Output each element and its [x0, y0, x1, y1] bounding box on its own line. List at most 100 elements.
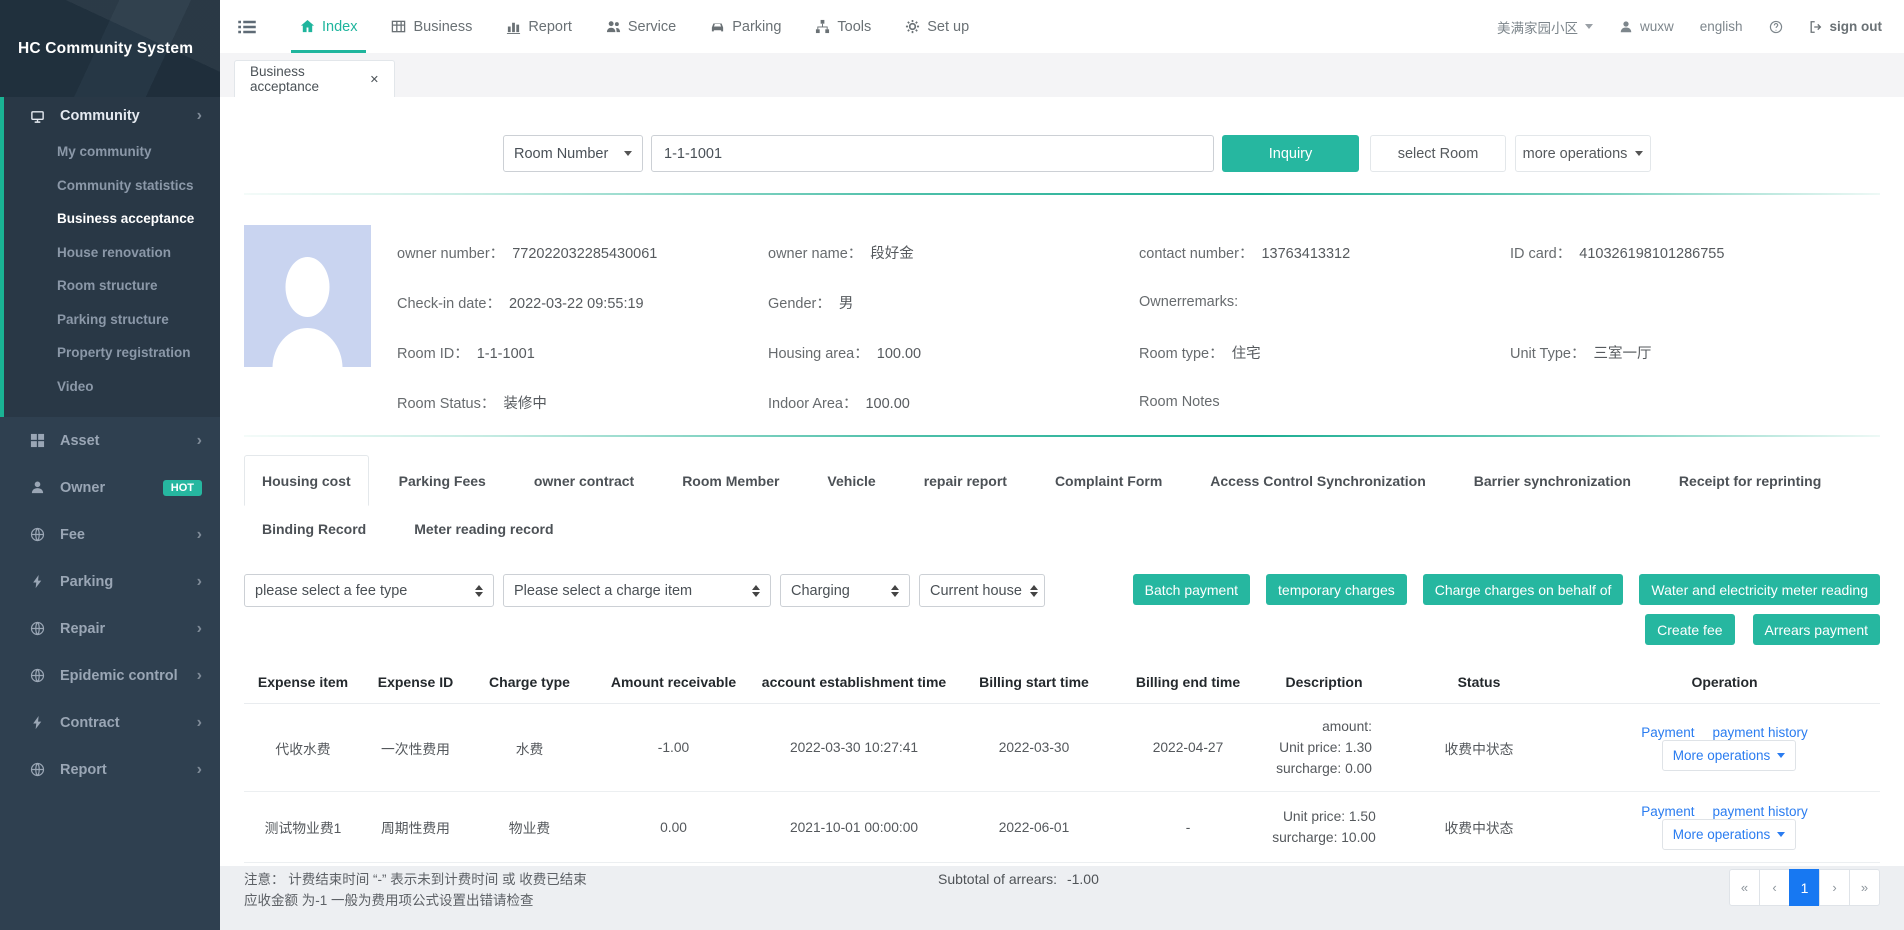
owner-field-empty: [1510, 294, 1881, 310]
sidebar-item-community[interactable]: Community: [4, 97, 220, 135]
detail-tab-owner-contract[interactable]: owner contract: [516, 455, 652, 506]
column-header-charge-type: Charge type: [469, 661, 590, 704]
select-room-button[interactable]: select Room: [1370, 135, 1506, 172]
action-button-temporary-charges[interactable]: temporary charges: [1266, 574, 1407, 605]
sidebar-item-owner[interactable]: OwnerHOT: [0, 464, 220, 511]
sidebar-subitem-my-community[interactable]: My community: [4, 135, 220, 169]
topnav-item-index[interactable]: Index: [283, 0, 374, 53]
divider: [244, 435, 1880, 437]
action-button-charge-charges-on-behalf-of[interactable]: Charge charges on behalf of: [1423, 574, 1624, 605]
detail-tab-repair-report[interactable]: repair report: [906, 455, 1025, 506]
detail-tab-room-member[interactable]: Room Member: [664, 455, 797, 506]
tab-business-acceptance[interactable]: Business acceptance ✕: [234, 60, 395, 97]
action-button-arrears-payment[interactable]: Arrears payment: [1753, 614, 1880, 645]
close-icon[interactable]: ✕: [370, 73, 379, 86]
sidebar-item-label: Parking: [60, 574, 113, 590]
table-notes: 注意： 计费结束时间 “-” 表示未到计费时间 或 收费已结束 应收金额 为-1…: [244, 869, 694, 911]
more-operations-button[interactable]: more operations: [1515, 135, 1651, 172]
fee-table-header: Expense itemExpense IDCharge typeAmount …: [244, 661, 1880, 704]
topnav-item-service[interactable]: Service: [589, 0, 693, 53]
topnav-item-report[interactable]: Report: [489, 0, 589, 53]
sidebar-item-label: Repair: [60, 621, 105, 637]
column-header-expense-item: Expense item: [244, 661, 362, 704]
payment-history-link[interactable]: payment history: [1712, 804, 1807, 819]
cell-amount: -1.00: [590, 704, 757, 792]
inquiry-button[interactable]: Inquiry: [1222, 135, 1359, 172]
detail-tab-vehicle[interactable]: Vehicle: [809, 455, 893, 506]
sidebar-item-repair[interactable]: Repair: [0, 605, 220, 652]
username: wuxw: [1640, 19, 1674, 34]
action-button-water-and-electricity-meter-reading[interactable]: Water and electricity meter reading: [1639, 574, 1880, 605]
chevron-right-icon: [197, 621, 202, 637]
filter-row: please select a fee type Please select a …: [244, 574, 1880, 607]
detail-tab-barrier-synchronization[interactable]: Barrier synchronization: [1456, 455, 1649, 506]
search-field-select[interactable]: Room Number: [503, 135, 643, 172]
detail-tab-parking-fees[interactable]: Parking Fees: [381, 455, 504, 506]
action-button-batch-payment[interactable]: Batch payment: [1133, 574, 1250, 605]
sidebar-item-fee[interactable]: Fee: [0, 511, 220, 558]
pagination-prev[interactable]: ‹: [1759, 869, 1790, 906]
app-title: HC Community System: [18, 40, 193, 58]
cell-billing_start: 2022-06-01: [951, 792, 1117, 863]
globe-icon: [30, 527, 47, 542]
sidebar-item-contract[interactable]: Contract: [0, 699, 220, 746]
sidebar-subitem-property-registration[interactable]: Property registration: [4, 336, 220, 370]
topnav-item-set-up[interactable]: Set up: [888, 0, 986, 53]
sidebar-item-epidemic-control[interactable]: Epidemic control: [0, 652, 220, 699]
column-header-billing-end-time: Billing end time: [1117, 661, 1259, 704]
community-selector[interactable]: 美满家园小区: [1497, 17, 1593, 37]
sidebar-item-parking[interactable]: Parking: [0, 558, 220, 605]
sidebar-item-label: Fee: [60, 527, 85, 543]
filter-selects: please select a fee type Please select a …: [244, 574, 1054, 607]
topnav-item-label: Service: [628, 19, 676, 35]
payment-link[interactable]: Payment: [1641, 804, 1694, 819]
more-operations-row-label: More operations: [1673, 748, 1771, 763]
pagination-first[interactable]: «: [1729, 869, 1760, 906]
pagination-page[interactable]: 1: [1789, 869, 1820, 906]
owner-field-owner-name: owner name：段好金: [768, 242, 1139, 263]
sidebar-item-asset[interactable]: Asset: [0, 417, 220, 464]
filter-select-please-select-a-fee-type[interactable]: please select a fee type: [244, 574, 494, 607]
sidebar-subitem-business-acceptance[interactable]: Business acceptance: [4, 202, 220, 236]
topnav-item-business[interactable]: Business: [374, 0, 489, 53]
sidebar-subitem-house-renovation[interactable]: House renovation: [4, 236, 220, 270]
topnav-item-label: Report: [528, 19, 572, 35]
topnav-item-tools[interactable]: Tools: [798, 0, 888, 53]
topnav-item-parking[interactable]: Parking: [693, 0, 798, 53]
cell-expense_item: 测试物业费1: [244, 792, 362, 863]
detail-tab-housing-cost[interactable]: Housing cost: [244, 455, 369, 506]
chart-icon: [506, 19, 521, 34]
more-operations-row-button[interactable]: More operations: [1662, 740, 1797, 771]
owner-field-label: contact number：: [1139, 246, 1253, 262]
action-button-create-fee[interactable]: Create fee: [1645, 614, 1734, 645]
detail-tab-binding-record[interactable]: Binding Record: [244, 508, 384, 550]
detail-tab-complaint-form[interactable]: Complaint Form: [1037, 455, 1180, 506]
owner-field-label: Ownerremarks:: [1139, 294, 1238, 310]
sidebar-subitem-community-statistics[interactable]: Community statistics: [4, 169, 220, 203]
sidebar-item-report[interactable]: Report: [0, 746, 220, 793]
help-icon[interactable]: [1769, 20, 1783, 34]
pagination-next[interactable]: ›: [1819, 869, 1850, 906]
language-toggle[interactable]: english: [1700, 19, 1743, 34]
room-number-input[interactable]: [651, 135, 1214, 172]
payment-link[interactable]: Payment: [1641, 725, 1694, 740]
pagination-last[interactable]: »: [1849, 869, 1880, 906]
user-menu[interactable]: wuxw: [1619, 19, 1674, 34]
detail-tab-meter-reading-record[interactable]: Meter reading record: [396, 508, 571, 550]
filter-select-please-select-a-charge-item[interactable]: Please select a charge item: [503, 574, 771, 607]
tabstrip: Business acceptance ✕: [220, 53, 1904, 97]
filter-select-charging[interactable]: Charging: [780, 574, 910, 607]
filter-select-current-house[interactable]: Current house: [919, 574, 1045, 607]
more-operations-row-button[interactable]: More operations: [1662, 819, 1797, 850]
sidebar-subitem-parking-structure[interactable]: Parking structure: [4, 303, 220, 337]
menu-toggle-icon[interactable]: [237, 17, 257, 37]
detail-tab-receipt-for-reprinting[interactable]: Receipt for reprinting: [1661, 455, 1839, 506]
filter-select-value: please select a fee type: [255, 583, 407, 599]
payment-history-link[interactable]: payment history: [1712, 725, 1807, 740]
user-icon: [1619, 20, 1633, 34]
detail-tab-access-control-synchronization[interactable]: Access Control Synchronization: [1192, 455, 1443, 506]
search-field-value: Room Number: [514, 146, 608, 162]
signout-button[interactable]: sign out: [1809, 19, 1883, 34]
sidebar-subitem-room-structure[interactable]: Room structure: [4, 269, 220, 303]
sidebar-subitem-video[interactable]: Video: [4, 370, 220, 404]
